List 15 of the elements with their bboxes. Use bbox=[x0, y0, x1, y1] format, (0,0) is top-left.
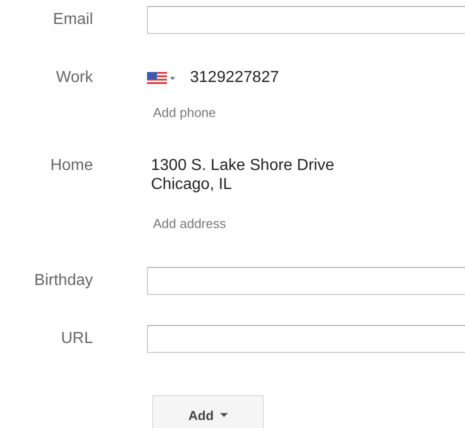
caret-icon bbox=[220, 413, 228, 417]
add-phone-link[interactable]: Add phone bbox=[153, 105, 216, 121]
phone-number: 3129227827 bbox=[190, 68, 279, 87]
text-field[interactable] bbox=[147, 267, 465, 295]
field-label: Home bbox=[50, 156, 93, 176]
text-field[interactable] bbox=[147, 325, 465, 353]
text-field[interactable] bbox=[147, 6, 465, 34]
add-button[interactable]: Add bbox=[152, 395, 264, 428]
address-text: 1300 S. Lake Shore Drive Chicago, IL bbox=[151, 156, 336, 194]
field-label: Email bbox=[52, 10, 93, 30]
field-label: URL bbox=[60, 329, 93, 349]
field-label: Birthday bbox=[34, 271, 93, 291]
add-address-link[interactable]: Add address bbox=[153, 216, 226, 232]
flag-dropdown-icon[interactable] bbox=[147, 72, 176, 84]
field-label: Work bbox=[56, 68, 93, 88]
